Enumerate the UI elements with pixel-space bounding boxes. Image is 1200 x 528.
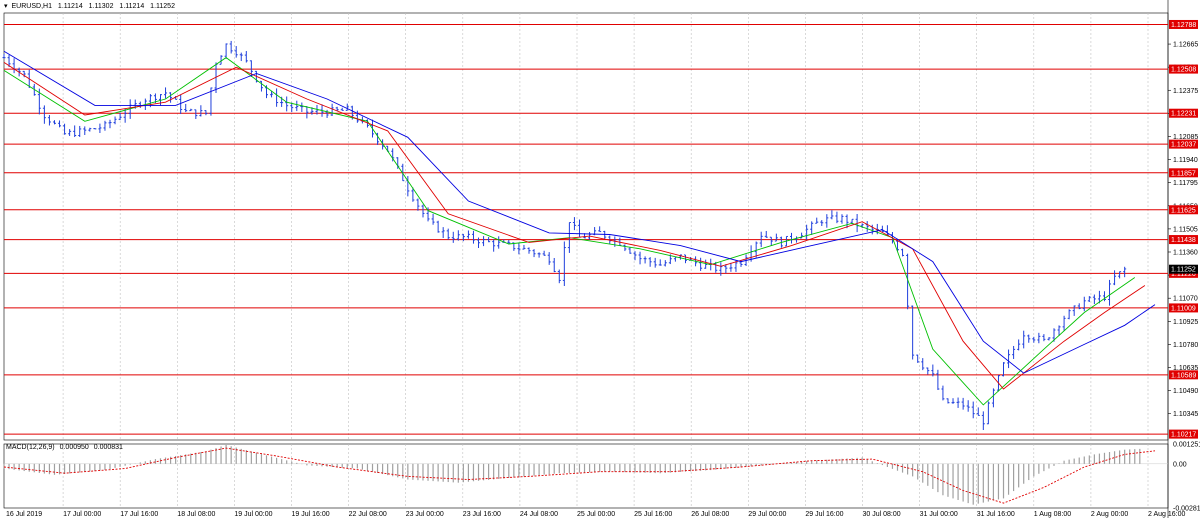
price-tick-label: 1.11940 — [1173, 157, 1198, 164]
time-tick-label: 19 Jul 00:00 — [234, 511, 272, 518]
time-tick-label: 2 Aug 16:00 — [1148, 511, 1185, 518]
low-value: 1.11214 — [119, 3, 145, 10]
price-chart-svg[interactable]: 1.126651.125201.123751.122301.120851.119… — [0, 0, 1200, 523]
current-price-label: 1.11252 — [1171, 267, 1196, 274]
macd-main-value: 0.000950 — [59, 444, 89, 451]
level-badge-label: 1.11009 — [1171, 305, 1196, 312]
time-tick-label: 30 Jul 08:00 — [863, 511, 901, 518]
time-tick-label: 29 Jul 00:00 — [748, 511, 786, 518]
time-tick-label: 23 Jul 00:00 — [406, 511, 444, 518]
time-tick-label: 26 Jul 08:00 — [691, 511, 729, 518]
symbol-icon: ▾ — [4, 3, 8, 10]
time-tick-label: 2 Aug 00:00 — [1091, 511, 1128, 518]
macd-signal-value: 0.000831 — [93, 444, 123, 451]
macd-tick-label: 0.00 — [1173, 461, 1187, 468]
level-badge-label: 1.11625 — [1171, 207, 1196, 214]
level-badge-label: 1.12508 — [1171, 67, 1196, 74]
time-tick-label: 25 Jul 00:00 — [577, 511, 615, 518]
price-tick-label: 1.12665 — [1173, 42, 1198, 49]
time-tick-label: 29 Jul 16:00 — [805, 511, 843, 518]
macd-header: MACD(12,26,9) 0.000950 0.000831 — [6, 444, 126, 451]
time-tick-label: 31 Jul 00:00 — [920, 511, 958, 518]
price-tick-label: 1.12375 — [1173, 88, 1198, 95]
time-tick-label: 1 Aug 08:00 — [1034, 511, 1071, 518]
time-tick-label: 19 Jul 16:00 — [292, 511, 330, 518]
level-badge-label: 1.11438 — [1171, 237, 1196, 244]
level-badge-label: 1.11857 — [1171, 170, 1196, 177]
macd-tick-label: 0.001251 — [1173, 442, 1200, 449]
price-tick-label: 1.11505 — [1173, 226, 1198, 233]
time-tick-label: 17 Jul 00:00 — [63, 511, 101, 518]
high-value: 1.11302 — [88, 3, 114, 10]
price-tick-label: 1.11795 — [1173, 180, 1198, 187]
level-badge-label: 1.10217 — [1171, 432, 1196, 439]
close-value: 1.11252 — [150, 3, 175, 10]
time-tick-label: 22 Jul 08:00 — [349, 511, 387, 518]
price-tick-label: 1.11070 — [1173, 296, 1198, 303]
price-tick-label: 1.11360 — [1173, 249, 1198, 256]
open-value: 1.11214 — [57, 3, 83, 10]
time-tick-label: 18 Jul 08:00 — [177, 511, 215, 518]
time-tick-label: 23 Jul 16:00 — [463, 511, 501, 518]
time-tick-label: 24 Jul 08:00 — [520, 511, 558, 518]
time-tick-label: 31 Jul 16:00 — [977, 511, 1015, 518]
level-badge-label: 1.10589 — [1171, 372, 1196, 379]
level-badge-label: 1.12788 — [1171, 22, 1196, 29]
symbol-header: ▾ EURUSD,H1 1.11214 1.11302 1.11214 1.112… — [4, 2, 179, 10]
level-badge-label: 1.12231 — [1171, 111, 1196, 118]
time-tick-label: 25 Jul 16:00 — [634, 511, 672, 518]
time-axis: 16 Jul 2019 17 Jul 00:00 17 Jul 16:00 18 Ju… — [6, 511, 1185, 518]
price-tick-label: 1.10490 — [1173, 388, 1198, 395]
chart-area[interactable]: 1.126651.125201.123751.122301.120851.119… — [0, 0, 1200, 523]
price-tick-label: 1.10780 — [1173, 342, 1198, 349]
level-badge-label: 1.12037 — [1171, 142, 1196, 149]
time-tick-label: 17 Jul 16:00 — [120, 511, 158, 518]
macd-label: MACD(12,26,9) — [6, 444, 55, 451]
price-tick-label: 1.10925 — [1173, 319, 1198, 326]
symbol-label: EURUSD,H1 — [11, 3, 52, 10]
time-tick-label: 16 Jul 2019 — [6, 511, 42, 518]
price-tick-label: 1.10345 — [1173, 411, 1198, 418]
chart-background — [0, 0, 1200, 523]
